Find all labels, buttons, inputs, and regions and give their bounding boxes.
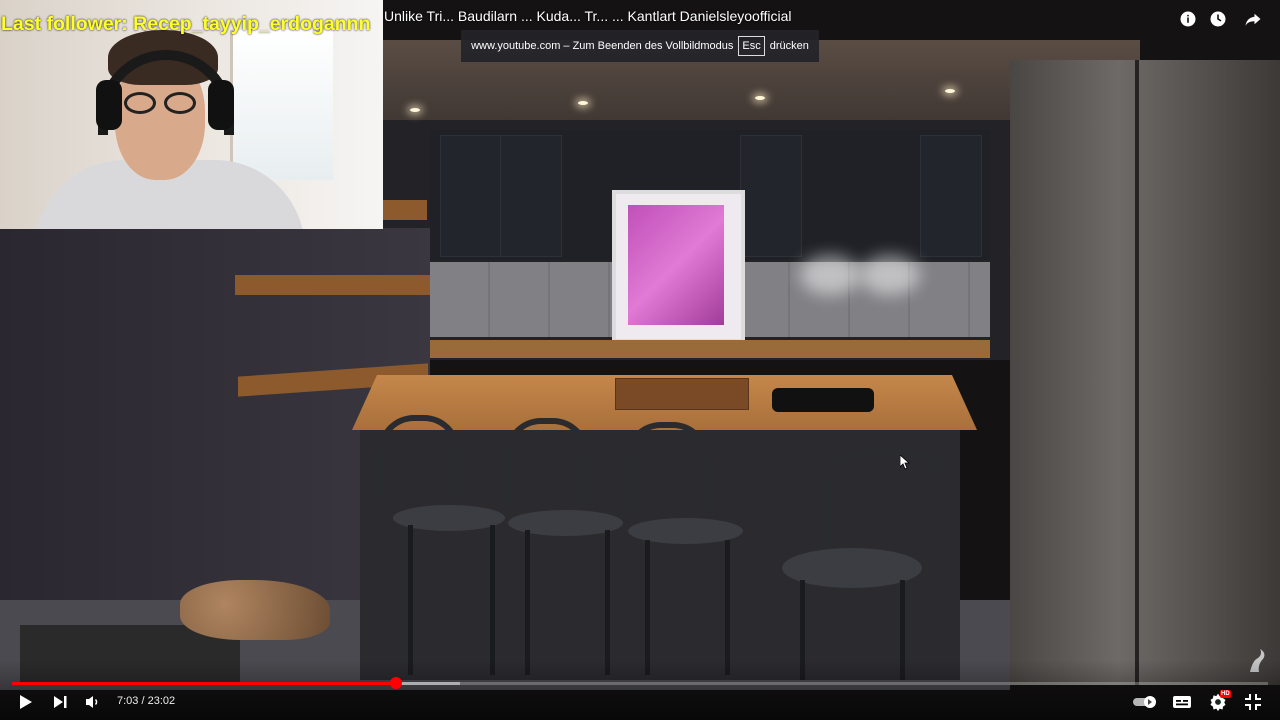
hd-badge: HD: [1220, 690, 1231, 698]
settings-button[interactable]: HD: [1208, 690, 1231, 712]
current-time: 7:03: [117, 695, 139, 707]
watch-later-icon[interactable]: [1208, 9, 1228, 29]
subtitles-button[interactable]: [1172, 692, 1192, 712]
autoplay-toggle[interactable]: [1132, 692, 1160, 712]
volume-button[interactable]: [83, 692, 103, 712]
video-player[interactable]: Last follower: Recep_tayyip_erdogannn Un…: [0, 0, 1280, 720]
mouse-cursor-icon: [899, 454, 911, 475]
fullscreen-exit-notice: www.youtube.com – Zum Beenden des Vollbi…: [461, 30, 819, 62]
time-display: 7:03 / 23:02: [117, 695, 175, 707]
fullscreen-notice-prefix: www.youtube.com – Zum Beenden des Vollbi…: [471, 40, 734, 52]
info-icon[interactable]: [1178, 9, 1198, 29]
controls-gradient: [0, 660, 1280, 720]
last-follower-label: Last follower: Recep_tayyip_erdogannn: [1, 13, 371, 35]
play-button[interactable]: [15, 692, 35, 712]
time-separator: /: [138, 695, 148, 707]
next-button[interactable]: [50, 692, 70, 712]
share-icon[interactable]: [1243, 9, 1263, 29]
exit-fullscreen-button[interactable]: [1243, 692, 1263, 712]
progress-bar[interactable]: [12, 677, 1268, 689]
fullscreen-notice-suffix: drücken: [769, 40, 809, 52]
video-title[interactable]: Unlike Tri... Baudilarn ... Kuda... Tr..…: [384, 8, 791, 24]
duration: 23:02: [147, 695, 176, 707]
progress-played: [12, 682, 397, 685]
esc-key-badge: Esc: [738, 36, 765, 56]
